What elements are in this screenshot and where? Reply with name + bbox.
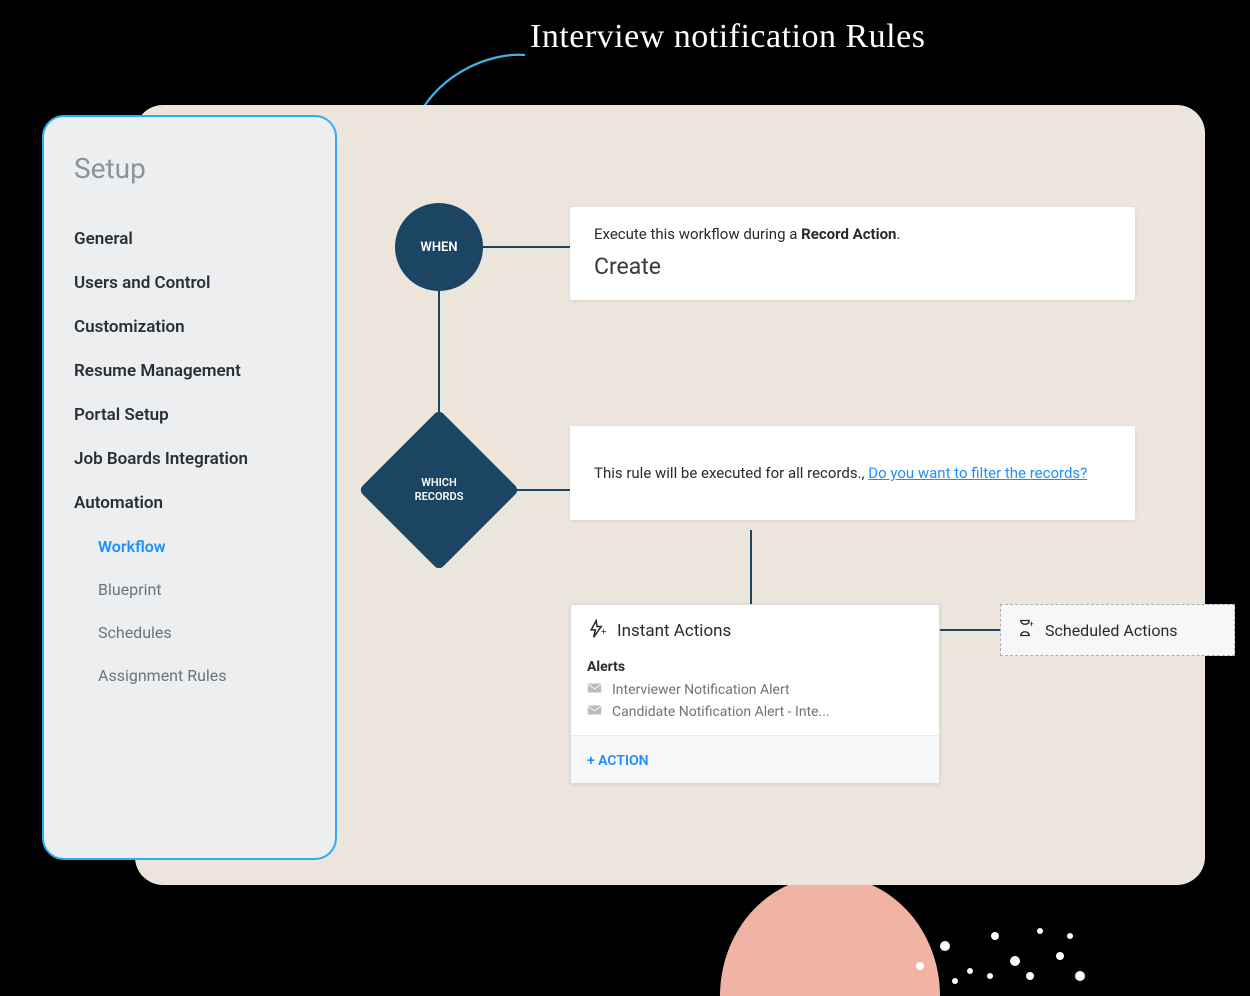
annotation-title: Interview notification Rules [530,18,925,56]
sidebar-subitem-blueprint[interactable]: Blueprint [74,568,305,611]
hourglass-icon: + [1015,618,1035,642]
sidebar-item-automation[interactable]: Automation [74,481,305,525]
sidebar-item-resume-management[interactable]: Resume Management [74,349,305,393]
connector [940,629,1000,631]
which-records-card[interactable]: This rule will be executed for all recor… [570,426,1135,520]
sidebar-subitem-workflow[interactable]: Workflow [74,525,305,568]
scheduled-actions-title: Scheduled Actions [1045,621,1178,640]
connector [480,246,570,248]
which-records-node[interactable]: WHICHRECORDS [374,425,504,555]
svg-text:+: + [1029,619,1034,629]
mail-icon [587,704,602,720]
scheduled-actions-card[interactable]: + Scheduled Actions [1000,604,1235,656]
setup-sidebar: Setup General Users and Control Customiz… [42,115,337,860]
instant-actions-card: + Instant Actions Alerts Interviewer Not… [570,604,940,784]
when-card[interactable]: Execute this workflow during a Record Ac… [570,207,1135,300]
alert-row[interactable]: Candidate Notification Alert - Inte... [571,701,939,723]
alert-row[interactable]: Interviewer Notification Alert [571,679,939,701]
when-node[interactable]: WHEN [395,203,483,291]
alert-label: Interviewer Notification Alert [612,682,790,698]
svg-text:+: + [601,628,606,638]
sidebar-title: Setup [74,152,305,185]
sidebar-subitem-schedules[interactable]: Schedules [74,611,305,654]
which-records-node-label: WHICHRECORDS [415,476,464,505]
sidebar-item-general[interactable]: General [74,217,305,261]
when-card-action: Create [594,253,1111,280]
which-records-text: This rule will be executed for all recor… [594,464,1111,482]
alert-label: Candidate Notification Alert - Inte... [612,704,830,720]
instant-actions-title: Instant Actions [617,621,731,641]
when-node-label: WHEN [420,240,457,255]
sidebar-item-customization[interactable]: Customization [74,305,305,349]
when-card-description: Execute this workflow during a Record Ac… [594,225,1111,243]
add-action-button[interactable]: + ACTION [587,753,649,769]
alerts-label: Alerts [571,653,939,679]
sidebar-item-users-control[interactable]: Users and Control [74,261,305,305]
filter-records-link[interactable]: Do you want to filter the records? [868,464,1087,482]
sidebar-item-job-boards[interactable]: Job Boards Integration [74,437,305,481]
lightning-icon: + [587,619,607,643]
mail-icon [587,682,602,698]
connector [750,530,752,605]
decorative-dots [900,876,1100,996]
sidebar-item-portal-setup[interactable]: Portal Setup [74,393,305,437]
sidebar-subitem-assignment-rules[interactable]: Assignment Rules [74,654,305,697]
